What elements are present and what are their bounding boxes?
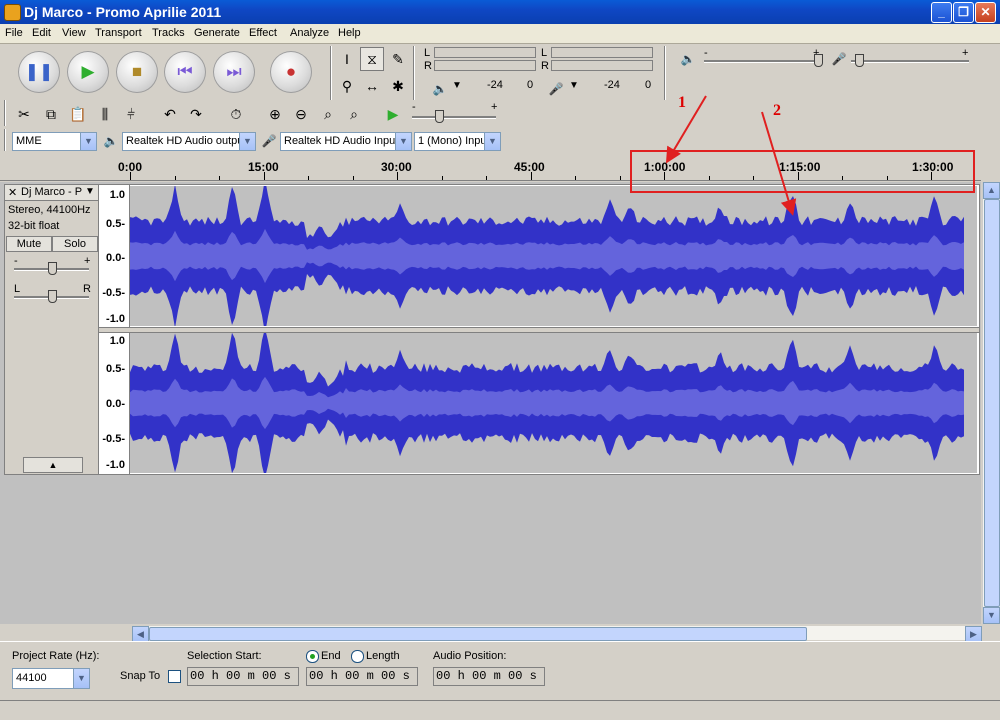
length-radio-label: Length [366,650,400,662]
status-bar [0,700,1000,720]
audio-position-label: Audio Position: [433,650,507,662]
selection-start-label: Selection Start: [187,650,262,662]
project-rate-label: Project Rate (Hz): [12,650,100,662]
selection-end-time[interactable]: 00 h 00 m 00 s [306,667,418,686]
end-radio-label: End [321,650,341,662]
end-radio[interactable] [306,650,319,663]
project-rate-value: 44100 [16,672,47,684]
audio-position-time[interactable]: 00 h 00 m 00 s [433,667,545,686]
length-radio[interactable] [351,650,364,663]
selection-end-value: 00 h 00 m 00 s [309,669,410,683]
snap-to-checkbox[interactable] [168,670,181,683]
snap-to-label: Snap To [120,670,161,682]
project-rate-select[interactable]: 44100 ▼ [12,668,90,689]
audio-position-value: 00 h 00 m 00 s [436,669,537,683]
chevron-down-icon: ▼ [73,669,89,688]
selection-toolbar: Project Rate (Hz): 44100 ▼ Snap To Select… [0,641,1000,699]
annotation-arrows [665,95,797,216]
selection-start-value: 00 h 00 m 00 s [190,669,291,683]
selection-start-time[interactable]: 00 h 00 m 00 s [187,667,299,686]
